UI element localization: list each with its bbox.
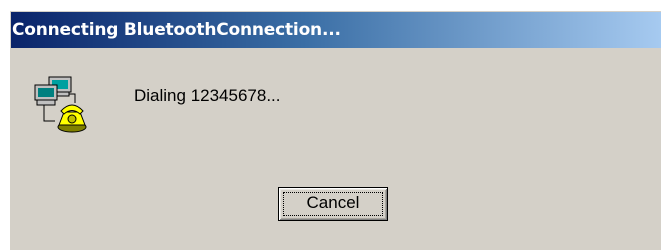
dialup-connection-icon [31,75,91,135]
cancel-button-label: Cancel [306,193,360,212]
title-bar[interactable]: Connecting BluetoothConnection... [11,12,661,48]
dialing-status-text: Dialing 12345678... [134,86,281,105]
connecting-dialog: Connecting BluetoothConnection... Dialin… [9,10,661,250]
window-title: Connecting BluetoothConnection... [12,20,341,40]
cancel-button[interactable]: Cancel [278,187,388,221]
